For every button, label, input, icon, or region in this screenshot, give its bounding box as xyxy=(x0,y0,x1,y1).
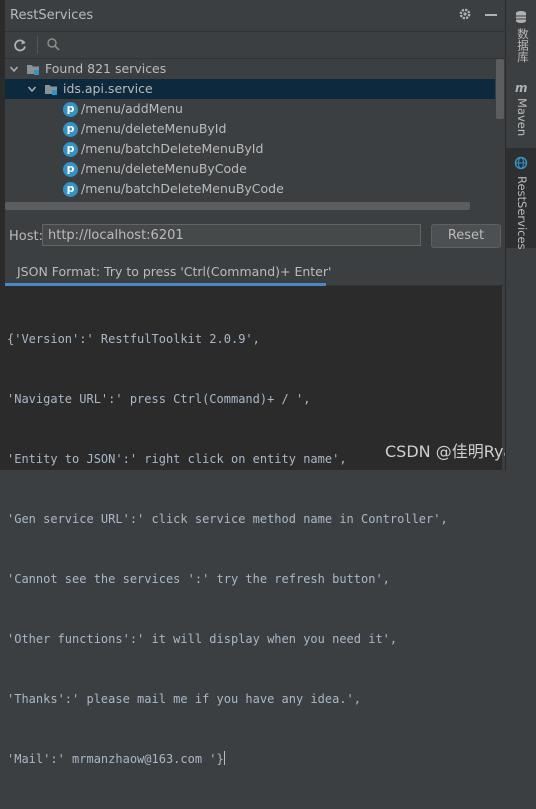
method-badge-icon: p xyxy=(63,182,78,197)
service-item[interactable]: p /menu/addMenu xyxy=(5,99,495,119)
tree-group-label: ids.api.service xyxy=(63,81,153,96)
method-badge-icon: p xyxy=(63,142,78,157)
reset-button[interactable]: Reset xyxy=(431,224,501,248)
rest-services-panel: RestServices Found 821 services ids.api.… xyxy=(5,0,523,766)
horizontal-scrollbar[interactable] xyxy=(5,202,470,210)
toolbar-separator xyxy=(37,36,38,54)
code-line: 'Entity to JSON':' right click on entity… xyxy=(7,452,347,466)
service-path: /menu/addMenu xyxy=(81,101,183,116)
method-badge-icon: p xyxy=(63,122,78,137)
panel-title-bar: RestServices xyxy=(5,0,505,32)
json-format-tab-label: JSON Format: Try to press 'Ctrl(Command)… xyxy=(17,264,332,279)
refresh-icon[interactable] xyxy=(13,38,27,52)
service-item[interactable]: p /menu/batchDeleteMenuById xyxy=(5,139,495,159)
rest-services-tool-label: RestServices xyxy=(515,176,529,250)
svg-text:m: m xyxy=(515,81,528,94)
service-path: /menu/batchDeleteMenuById xyxy=(81,141,264,156)
json-editor-content[interactable]: {'Version':' RestfulToolkit 2.0.9', 'Nav… xyxy=(7,289,448,809)
service-item[interactable]: p /menu/deleteMenuByCode xyxy=(5,159,495,179)
maven-tool-label: Maven xyxy=(515,98,529,137)
maven-tool-button[interactable]: m Maven xyxy=(506,76,536,140)
chevron-down-icon[interactable] xyxy=(27,84,37,94)
chevron-down-icon[interactable] xyxy=(9,64,19,74)
code-line: 'Other functions':' it will display when… xyxy=(7,632,398,646)
gear-icon[interactable] xyxy=(458,7,472,21)
method-badge-icon: p xyxy=(63,102,78,117)
service-path: /menu/deleteMenuByCode xyxy=(81,161,247,176)
services-tree: Found 821 services ids.api.service p /me… xyxy=(5,59,495,210)
minimize-icon[interactable] xyxy=(484,8,498,22)
code-line: 'Gen service URL':' click service method… xyxy=(7,512,448,526)
folder-icon xyxy=(27,65,39,75)
code-line: 'Mail':' mrmanzhaow@163.com '} xyxy=(7,752,224,766)
database-icon xyxy=(516,11,526,23)
code-line: 'Navigate URL':' press Ctrl(Command)+ / … xyxy=(7,392,311,406)
method-badge-icon: p xyxy=(63,162,78,177)
service-item[interactable]: p /menu/batchDeleteMenuByCode xyxy=(5,179,495,199)
service-path: /menu/deleteMenuById xyxy=(81,121,227,136)
panel-title: RestServices xyxy=(10,8,94,23)
host-input[interactable]: http://localhost:6201 xyxy=(42,224,421,246)
code-line: 'Thanks':' please mail me if you have an… xyxy=(7,692,362,706)
code-line: {'Version':' RestfulToolkit 2.0.9', xyxy=(7,332,260,346)
rest-services-tool-button[interactable]: RestServices xyxy=(506,148,536,250)
tree-group-node[interactable]: ids.api.service xyxy=(5,79,495,99)
right-tool-stripe: 数据库 m Maven RestServices xyxy=(505,0,536,470)
code-line: 'Cannot see the services ':' try the ref… xyxy=(7,572,390,586)
globe-icon xyxy=(514,156,528,170)
service-path: /menu/batchDeleteMenuByCode xyxy=(81,181,284,196)
service-item[interactable]: p /menu/deleteMenuById xyxy=(5,119,495,139)
host-label: Host: xyxy=(9,229,43,244)
tree-root-node[interactable]: Found 821 services xyxy=(5,59,495,79)
database-tool-label: 数据库 xyxy=(516,28,530,63)
text-caret xyxy=(223,751,225,765)
search-icon[interactable] xyxy=(46,37,60,51)
package-icon xyxy=(45,85,57,95)
watermark: CSDN @佳明Ryan xyxy=(385,442,524,461)
json-format-tab[interactable]: JSON Format: Try to press 'Ctrl(Command)… xyxy=(5,258,505,286)
database-tool-button[interactable]: 数据库 xyxy=(506,4,536,68)
tree-root-label: Found 821 services xyxy=(45,61,167,76)
code-line-last: 'Mail':' mrmanzhaow@163.com '} xyxy=(7,749,448,769)
maven-icon: m xyxy=(515,81,528,94)
vertical-scrollbar[interactable] xyxy=(496,59,504,119)
panel-toolbar xyxy=(5,32,505,59)
